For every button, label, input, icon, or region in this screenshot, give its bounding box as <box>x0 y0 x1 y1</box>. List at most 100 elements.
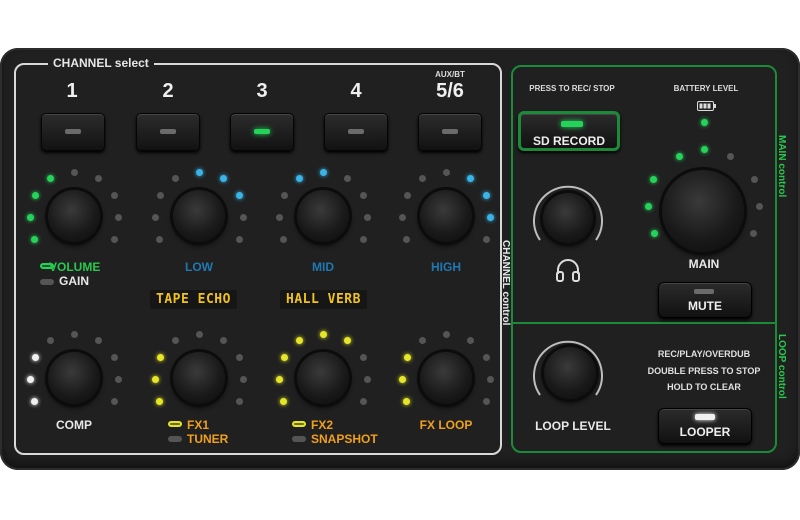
mid-knob[interactable] <box>297 190 349 242</box>
low-led <box>157 192 164 199</box>
volume-led <box>27 214 34 221</box>
headphone-knob[interactable] <box>543 193 593 243</box>
channel-5-6-button[interactable] <box>418 113 482 151</box>
fx1-led <box>236 398 243 405</box>
fx2-led <box>280 398 287 405</box>
fx2-led <box>360 398 367 405</box>
fx2-led <box>276 376 283 383</box>
volume-knob[interactable] <box>48 190 100 242</box>
comp-led <box>115 376 122 383</box>
main-led <box>751 176 758 183</box>
channel-1-button[interactable] <box>41 113 105 151</box>
channel-3-button[interactable] <box>230 113 294 151</box>
fx2-led <box>360 354 367 361</box>
main-knob[interactable] <box>662 170 744 252</box>
fx2-knob[interactable] <box>297 352 349 404</box>
snapshot-mode-indicator <box>292 436 306 442</box>
main-led <box>676 153 683 160</box>
mid-led <box>280 236 287 243</box>
fx1-led <box>157 354 164 361</box>
comp-led <box>27 376 34 383</box>
low-led <box>172 175 179 182</box>
looper-button[interactable]: LOOPER <box>658 408 752 444</box>
channel-2-led <box>160 129 176 134</box>
headphones-icon <box>555 258 581 282</box>
main-label: MAIN <box>688 257 720 271</box>
fx1-knob[interactable] <box>173 352 225 404</box>
low-led <box>220 175 227 182</box>
channel-5-6-led <box>442 129 458 134</box>
high-led <box>483 192 490 199</box>
loop-control-label: LOOP control <box>776 334 787 399</box>
mute-button[interactable]: MUTE <box>658 282 752 318</box>
fx1-led <box>236 354 243 361</box>
battery-led <box>701 119 708 126</box>
fx1-led <box>196 331 203 338</box>
looper-label: LOOPER <box>679 425 731 439</box>
main-led <box>727 153 734 160</box>
main-led <box>756 203 763 210</box>
snapshot-label: SNAPSHOT <box>311 432 378 446</box>
fx1-led <box>220 337 227 344</box>
comp-led <box>95 337 102 344</box>
low-knob[interactable] <box>173 190 225 242</box>
mute-led <box>694 289 714 294</box>
volume-led <box>111 236 118 243</box>
channel-select-title: CHANNEL select <box>48 56 154 70</box>
low-led <box>236 236 243 243</box>
channel-control-label: CHANNEL control <box>500 240 511 326</box>
fx2-led <box>296 337 303 344</box>
high-knob[interactable] <box>420 190 472 242</box>
volume-label: VOLUME <box>49 260 101 274</box>
comp-knob[interactable] <box>48 352 100 404</box>
channel-4-number: 4 <box>350 80 362 102</box>
mid-led <box>281 192 288 199</box>
sd-record-button[interactable]: SD RECORD <box>518 111 620 151</box>
low-label: LOW <box>185 260 213 274</box>
fx1-led <box>240 376 247 383</box>
fx1-mode-indicator <box>168 421 182 427</box>
fx2-display: HALL VERB <box>280 290 367 309</box>
channel-4-button[interactable] <box>324 113 388 151</box>
high-led <box>487 214 494 221</box>
volume-led <box>115 214 122 221</box>
loop-instruction-1: REC/PLAY/OVERDUB <box>657 349 751 359</box>
fx-loop-led <box>399 376 406 383</box>
main-led <box>701 146 708 153</box>
fx2-led <box>364 376 371 383</box>
mid-led <box>276 214 283 221</box>
loop-instruction-3: HOLD TO CLEAR <box>667 382 741 392</box>
fx1-led <box>172 337 179 344</box>
channel-2-number: 2 <box>162 80 174 102</box>
channel-5-6-number: 5/6 <box>436 80 464 102</box>
gain-mode-indicator <box>40 279 54 285</box>
channel-2-button[interactable] <box>136 113 200 151</box>
tuner-mode-indicator <box>168 436 182 442</box>
main-led <box>650 176 657 183</box>
low-led <box>240 214 247 221</box>
fx-loop-led <box>483 398 490 405</box>
comp-led <box>32 354 39 361</box>
comp-led <box>71 331 78 338</box>
main-control-label: MAIN control <box>776 135 787 198</box>
high-led <box>403 236 410 243</box>
fx-loop-knob[interactable] <box>420 352 472 404</box>
sd-record-led <box>561 121 583 127</box>
fx-loop-led <box>467 337 474 344</box>
mid-led <box>364 214 371 221</box>
loop-instruction-2: DOUBLE PRESS TO STOP <box>647 366 761 376</box>
fx2-led <box>281 354 288 361</box>
fx-loop-led <box>487 376 494 383</box>
high-label: HIGH <box>431 260 461 274</box>
channel-3-number: 3 <box>256 80 268 102</box>
fx-loop-led <box>419 337 426 344</box>
gain-label: GAIN <box>59 274 89 288</box>
channel-3-led <box>254 129 270 134</box>
volume-led <box>95 175 102 182</box>
loop-level-label: LOOP LEVEL <box>535 419 611 433</box>
fx-loop-led <box>404 354 411 361</box>
main-led <box>651 230 658 237</box>
fx2-led <box>320 331 327 338</box>
fx1-display: TAPE ECHO <box>150 290 237 309</box>
comp-led <box>111 398 118 405</box>
